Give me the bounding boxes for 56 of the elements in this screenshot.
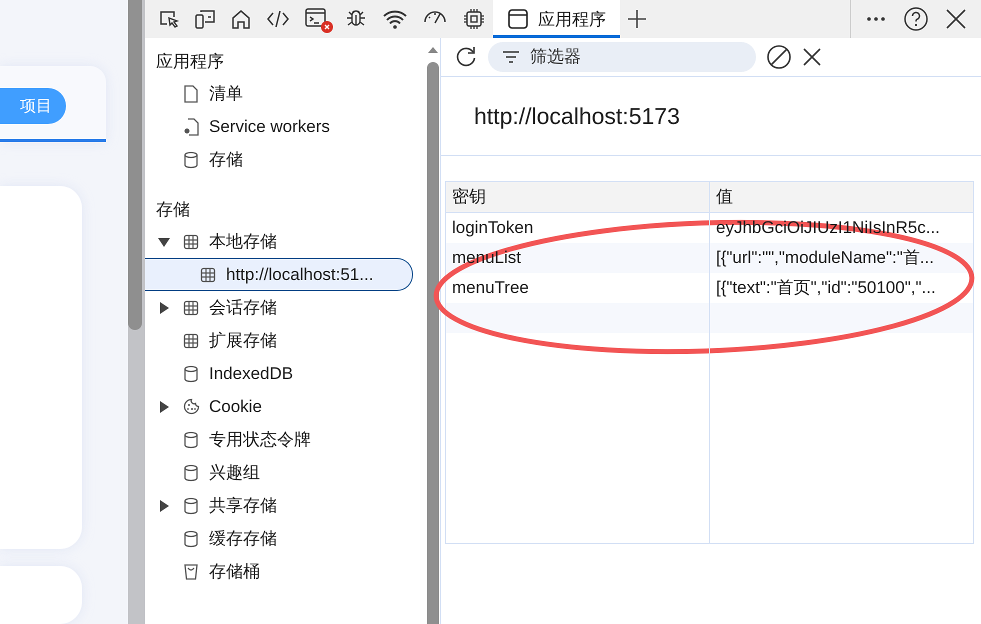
tree-item[interactable]: 会话存储 (145, 291, 413, 324)
filter-field[interactable]: 筛选器 (488, 42, 756, 72)
refresh-icon[interactable] (454, 45, 478, 69)
table-icon (183, 234, 199, 250)
table-icon (183, 332, 199, 348)
column-header[interactable]: 密钥 (446, 182, 709, 212)
bucket-icon (183, 562, 199, 580)
tree-item[interactable]: 本地存储 (145, 225, 413, 258)
table-cell-text: menuTree (451, 277, 530, 299)
cookie-icon (183, 398, 200, 415)
file-icon (183, 84, 199, 102)
error-badge-icon (321, 21, 333, 33)
table-icon (200, 266, 216, 282)
collapsed-arrow-icon[interactable] (158, 302, 170, 314)
close-icon[interactable] (945, 8, 967, 30)
collapsed-arrow-icon[interactable] (158, 400, 170, 412)
database-icon (183, 430, 199, 448)
tree-item[interactable]: Cookie (145, 390, 413, 423)
database-icon (183, 364, 199, 382)
database-icon (183, 530, 199, 548)
add-tab-icon[interactable] (626, 8, 648, 30)
chip-icon (462, 7, 486, 31)
section-heading: 存储 (155, 199, 191, 221)
tree-item[interactable]: http://localhost:51... (145, 258, 413, 291)
table-icon (183, 300, 199, 316)
scroll-up-icon[interactable] (426, 46, 438, 54)
origin-heading: http://localhost:5173 (441, 77, 981, 156)
tree-item[interactable]: 缓存存储 (145, 522, 413, 555)
wifi-icon (382, 8, 408, 30)
tree-item[interactable]: Service workers (145, 110, 413, 143)
tree-item[interactable]: 扩展存储 (145, 324, 413, 357)
delete-icon[interactable] (802, 47, 822, 67)
tree-item[interactable]: 兴趣组 (145, 456, 413, 489)
panel-tab[interactable]: 应用程序 (493, 0, 620, 38)
database-icon (183, 496, 199, 514)
device-icon (194, 8, 216, 30)
expanded-arrow-icon[interactable] (158, 236, 170, 248)
clear-all-icon[interactable] (766, 44, 792, 70)
table-cell: [{"url":"","moduleName":"首... (709, 243, 973, 273)
window-icon (507, 8, 529, 30)
database-icon (183, 150, 199, 168)
collapsed-arrow-icon[interactable] (158, 500, 170, 512)
help-icon[interactable] (903, 6, 929, 32)
table-cell-text: loginToken (451, 217, 534, 239)
tree-item[interactable]: 共享存储 (145, 489, 413, 522)
database-icon (183, 464, 199, 482)
scrollbar[interactable] (128, 0, 145, 624)
tree-item[interactable]: 专用状态令牌 (145, 423, 413, 456)
code-icon (266, 8, 290, 30)
tree-item[interactable]: 存储桶 (145, 555, 413, 588)
section-heading: 应用程序 (155, 51, 225, 73)
tree-item[interactable]: IndexedDB (145, 357, 413, 390)
home-icon (230, 8, 252, 30)
tree-item[interactable]: 清单 (145, 77, 413, 110)
tree-item[interactable]: 存储 (145, 143, 413, 176)
column-header[interactable]: 值 (709, 182, 973, 212)
